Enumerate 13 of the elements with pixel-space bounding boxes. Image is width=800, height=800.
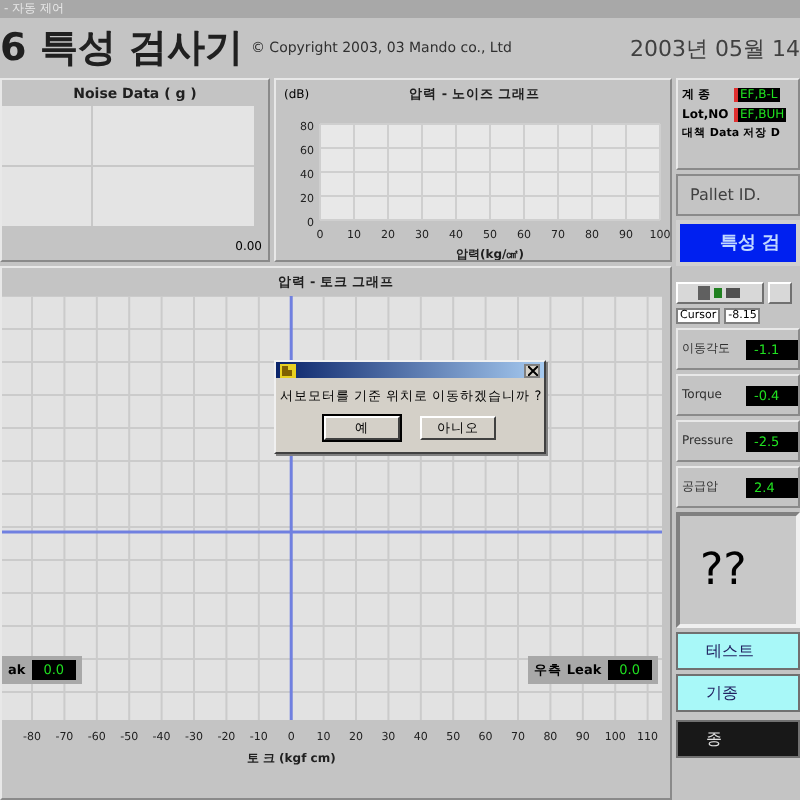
status-banner: 특성 검 bbox=[676, 220, 800, 266]
app-title: 6 특성 검사기 bbox=[0, 26, 243, 70]
app-icon bbox=[280, 363, 296, 377]
date-text: 2003년 05월 14 bbox=[630, 33, 800, 63]
action-button[interactable]: 테스트 bbox=[676, 632, 800, 670]
graph-tool-button[interactable] bbox=[676, 282, 764, 304]
close-button[interactable] bbox=[524, 363, 540, 377]
action-button[interactable]: 종 bbox=[676, 720, 800, 758]
result-display: ?? bbox=[676, 512, 800, 628]
bar-icon bbox=[698, 286, 742, 300]
action-button[interactable]: 기종 bbox=[676, 674, 800, 712]
tool-button[interactable] bbox=[768, 282, 792, 304]
pallet-id-label: Pallet ID. bbox=[676, 174, 800, 216]
